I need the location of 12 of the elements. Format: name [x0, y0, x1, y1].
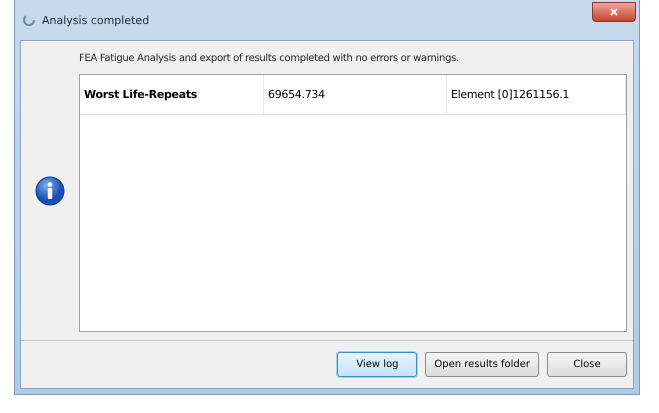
info-icon: [35, 176, 65, 206]
close-button[interactable]: [592, 2, 636, 22]
table-cell: 69654.734: [264, 75, 447, 114]
dialog-button[interactable]: Open results folder: [425, 352, 539, 377]
table-cell: Element [0]1261156.1: [447, 75, 626, 114]
status-message: FEA Fatigue Analysis and export of results completed with no errors or warnings.: [79, 53, 460, 64]
dialog-button[interactable]: Close: [547, 352, 627, 377]
close-icon: [610, 8, 618, 16]
dialog-button[interactable]: View log: [337, 352, 418, 377]
window-title: Analysis completed: [42, 14, 150, 26]
table-cell: Worst Life-Repeats: [80, 75, 264, 114]
app-icon: [22, 13, 36, 27]
